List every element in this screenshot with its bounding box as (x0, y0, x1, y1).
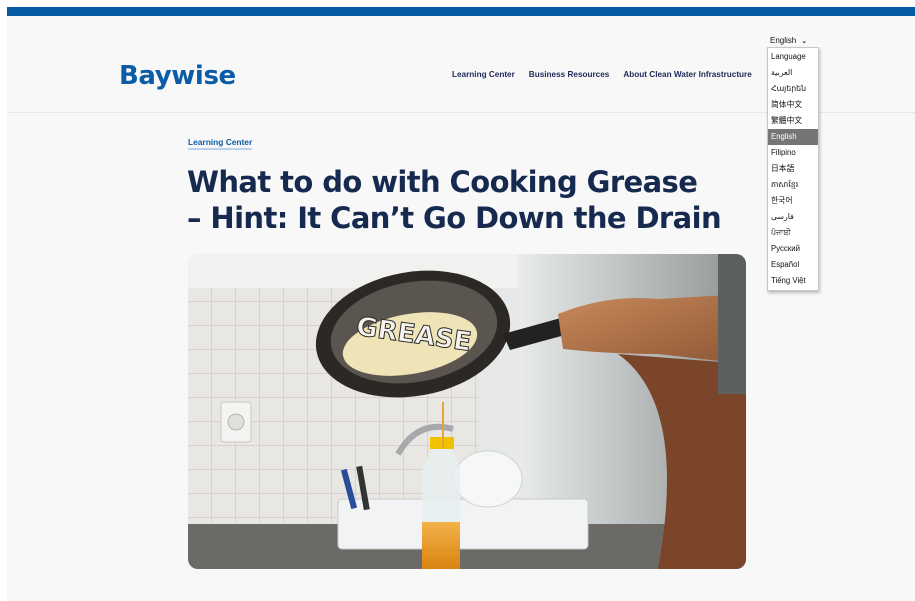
language-option[interactable]: Español (768, 257, 818, 273)
top-accent-bar (7, 7, 915, 16)
language-option[interactable]: 简体中文 (768, 97, 818, 113)
language-option[interactable]: ភាសាខ្មែរ (768, 177, 818, 193)
language-option-selected[interactable]: English (768, 129, 818, 145)
language-select[interactable]: English ⌄ (770, 34, 818, 47)
grease-in-bottle (422, 522, 460, 569)
language-option[interactable]: Filipino (768, 145, 818, 161)
hero-image: GREASE (188, 254, 746, 569)
page: Baywise Learning Center Business Resourc… (7, 7, 915, 601)
hero-illustration: GREASE (188, 254, 746, 569)
chevron-down-icon: ⌄ (801, 37, 808, 45)
language-option[interactable]: 繁體中文 (768, 113, 818, 129)
language-dropdown-list: Language العربية Հայերեն 简体中文 繁體中文 Engli… (767, 47, 819, 291)
plate (453, 450, 523, 508)
language-option[interactable]: Language (768, 49, 818, 65)
language-option[interactable]: Русский (768, 241, 818, 257)
language-option[interactable]: ਪੰਜਾਬੀ (768, 225, 818, 241)
main-nav: Learning Center Business Resources About… (452, 70, 752, 79)
language-selected-value: English (770, 36, 797, 45)
baywise-logo[interactable]: Baywise (119, 61, 236, 91)
language-option[interactable]: Հայերեն (768, 81, 818, 97)
shirt (718, 254, 746, 394)
breadcrumb-learning-center[interactable]: Learning Center (188, 137, 253, 150)
dish-rack (337, 498, 589, 550)
language-option[interactable]: العربية (768, 65, 818, 81)
language-option[interactable]: 한국어 (768, 193, 818, 209)
language-option[interactable]: فارسی (768, 209, 818, 225)
article-title: What to do with Cooking Grease – Hint: I… (187, 164, 767, 236)
article-title-line-2: – Hint: It Can’t Go Down the Drain (187, 201, 722, 235)
language-option[interactable]: Tiếng Việt (768, 273, 818, 289)
language-option[interactable]: 日本語 (768, 161, 818, 177)
nav-business-resources[interactable]: Business Resources (529, 70, 610, 79)
nav-learning-center[interactable]: Learning Center (452, 70, 515, 79)
nav-about-clean-water[interactable]: About Clean Water Infrastructure (623, 70, 751, 79)
article-title-line-1: What to do with Cooking Grease (187, 165, 698, 199)
